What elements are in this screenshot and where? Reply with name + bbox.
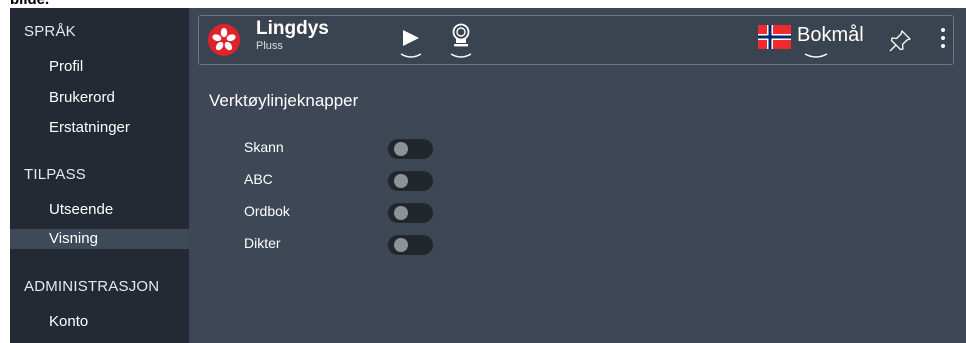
play-icon [403,30,419,46]
cropped-caption-text: bilde. [10,0,49,8]
toggle-knob [394,238,408,252]
sidebar-item-brukerord[interactable]: Brukerord [10,88,189,108]
sidebar-header-administrasjon: ADMINISTRASJON [24,278,160,295]
norway-flag-icon [758,25,791,49]
toggle-label: Ordbok [244,203,290,219]
sidebar-item-konto[interactable]: Konto [10,312,189,332]
main-panel: Lingdys Pluss Bokmål Verktøylinjeknapper… [189,8,966,343]
sidebar-item-erstatninger[interactable]: Erstatninger [10,118,189,138]
toggle-label: Dikter [244,235,281,251]
sidebar-item-profil[interactable]: Profil [10,57,189,77]
settings-sidebar: SPRÅK Profil Brukerord Erstatninger TILP… [10,8,189,343]
toggle-row-ordbok: Ordbok [244,201,444,223]
sidebar-item-utseende[interactable]: Utseende [10,200,189,220]
play-button[interactable] [396,17,426,63]
toggle-row-abc: ABC [244,169,444,191]
language-label: Bokmål [797,24,864,46]
toggle-switch-abc[interactable] [388,171,433,191]
sidebar-header-sprak: SPRÅK [24,23,76,40]
cropped-caption: bilde. [0,0,966,8]
flower-icon [208,24,240,56]
toggle-label: Skann [244,139,284,155]
microphone-button[interactable] [446,17,476,63]
brand-name: Lingdys [256,18,329,39]
sidebar-header-tilpass: TILPASS [24,166,86,183]
toggle-row-skann: Skann [244,137,444,159]
sidebar-item-visning[interactable]: Visning [10,229,189,249]
toggle-switch-skann[interactable] [388,139,433,159]
chevron-down-icon [400,53,422,58]
microphone-icon [452,23,470,47]
toggle-knob [394,206,408,220]
toggle-switch-dikter[interactable] [388,235,433,255]
toggle-knob [394,174,408,188]
chevron-down-icon [804,53,828,58]
app-window: SPRÅK Profil Brukerord Erstatninger TILP… [10,8,966,343]
toggle-switch-ordbok[interactable] [388,203,433,223]
more-vertical-icon[interactable] [939,28,947,54]
section-title: Verktøylinjeknapper [209,91,359,110]
lingdys-toolbar: Lingdys Pluss Bokmål [198,15,954,65]
chevron-down-icon [450,53,472,58]
pin-icon[interactable] [887,28,913,54]
toggle-knob [394,142,408,156]
brand-subtitle: Pluss [256,40,283,52]
toggle-row-dikter: Dikter [244,233,444,255]
toggle-label: ABC [244,171,273,187]
